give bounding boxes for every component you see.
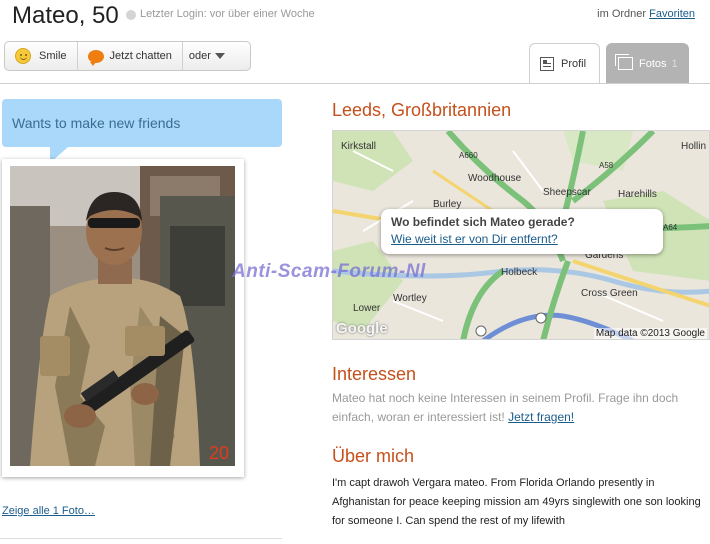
map-label-harehills: Harehills	[618, 189, 657, 200]
map-credit: Map data ©2013 Google	[593, 328, 707, 339]
map-label-cross-green: Cross Green	[581, 288, 638, 299]
favorites-folder-link[interactable]: Favoriten	[649, 8, 695, 20]
show-all-photos-link[interactable]: Zeige alle 1 Foto…	[2, 505, 95, 517]
smile-icon	[15, 48, 31, 64]
ask-interests-link[interactable]: Jetzt fragen!	[508, 410, 574, 424]
map-label-lower: Lower	[353, 303, 381, 314]
tab-divider	[0, 83, 710, 84]
smile-label: Smile	[39, 50, 67, 62]
interests-text-block: Mateo hat noch keine Interessen in seine…	[332, 389, 710, 427]
profile-photo[interactable]: 20	[10, 166, 235, 466]
map-info-popup: Wo befindet sich Mateo gerade? Wie weit …	[381, 209, 663, 254]
folder-info: im Ordner Favoriten	[597, 8, 695, 20]
photos-icon	[615, 54, 633, 70]
map-label-kirkstall: Kirkstall	[341, 141, 377, 152]
map-label-hollin: Hollin	[681, 141, 707, 152]
more-options-dropdown[interactable]: oder	[183, 42, 231, 70]
google-logo: Google	[336, 320, 388, 337]
profile-name-age: Mateo, 50	[12, 2, 119, 29]
map-label-a58: A58	[599, 161, 614, 170]
chat-label: Jetzt chatten	[109, 50, 172, 62]
distance-link[interactable]: Wie weit ist er von Dir entfernt?	[391, 232, 653, 246]
about-text: I'm capt drawoh Vergara mateo. From Flor…	[332, 477, 701, 527]
folder-prefix: im Ordner	[597, 8, 647, 20]
map-label-a64: A64	[663, 223, 678, 232]
chat-bubble-icon	[87, 49, 104, 66]
left-divider	[0, 538, 282, 539]
photo-date-stamp: 20	[209, 443, 229, 463]
status-text: Wants to make new friends	[12, 115, 181, 131]
profile-photo-frame[interactable]: 20	[2, 159, 244, 477]
map-label-a660: A660	[459, 151, 478, 160]
map-label-wortley: Wortley	[393, 293, 427, 304]
action-button-group: Smile Jetzt chatten oder	[4, 41, 251, 71]
location-title: Leeds, Großbritannien	[332, 100, 512, 120]
map-label-woodhouse: Woodhouse	[468, 173, 522, 184]
offline-status-dot-icon	[126, 10, 136, 20]
map-label-holbeck: Holbeck	[501, 267, 538, 278]
tab-profile-label: Profil	[561, 58, 587, 70]
tab-profile[interactable]: Profil	[529, 43, 600, 84]
interests-text: Mateo hat noch keine Interessen in seine…	[332, 391, 679, 424]
watermark: Anti-Scam-Forum-Nl	[232, 261, 426, 282]
about-title: Über mich	[332, 446, 415, 466]
chevron-down-icon	[214, 53, 225, 59]
tab-photos[interactable]: Fotos 1	[606, 43, 689, 84]
location-map[interactable]: Kirkstall Woodhouse Sheepscar Harehills …	[332, 130, 710, 340]
document-icon	[540, 57, 554, 71]
status-speech-bubble: Wants to make new friends	[2, 99, 282, 163]
chat-now-button[interactable]: Jetzt chatten	[78, 42, 183, 70]
profile-photo-image: 20	[10, 166, 235, 466]
interests-title: Interessen	[332, 364, 417, 384]
smile-button[interactable]: Smile	[5, 42, 78, 70]
tab-photos-count: 1	[671, 57, 678, 70]
last-login-text: Letzter Login: vor über einer Woche	[140, 8, 315, 20]
map-popup-question: Wo befindet sich Mateo gerade?	[391, 215, 575, 229]
map-label-sheepscar: Sheepscar	[543, 187, 591, 198]
tab-photos-label: Fotos	[639, 57, 667, 70]
more-label: oder	[188, 50, 211, 62]
